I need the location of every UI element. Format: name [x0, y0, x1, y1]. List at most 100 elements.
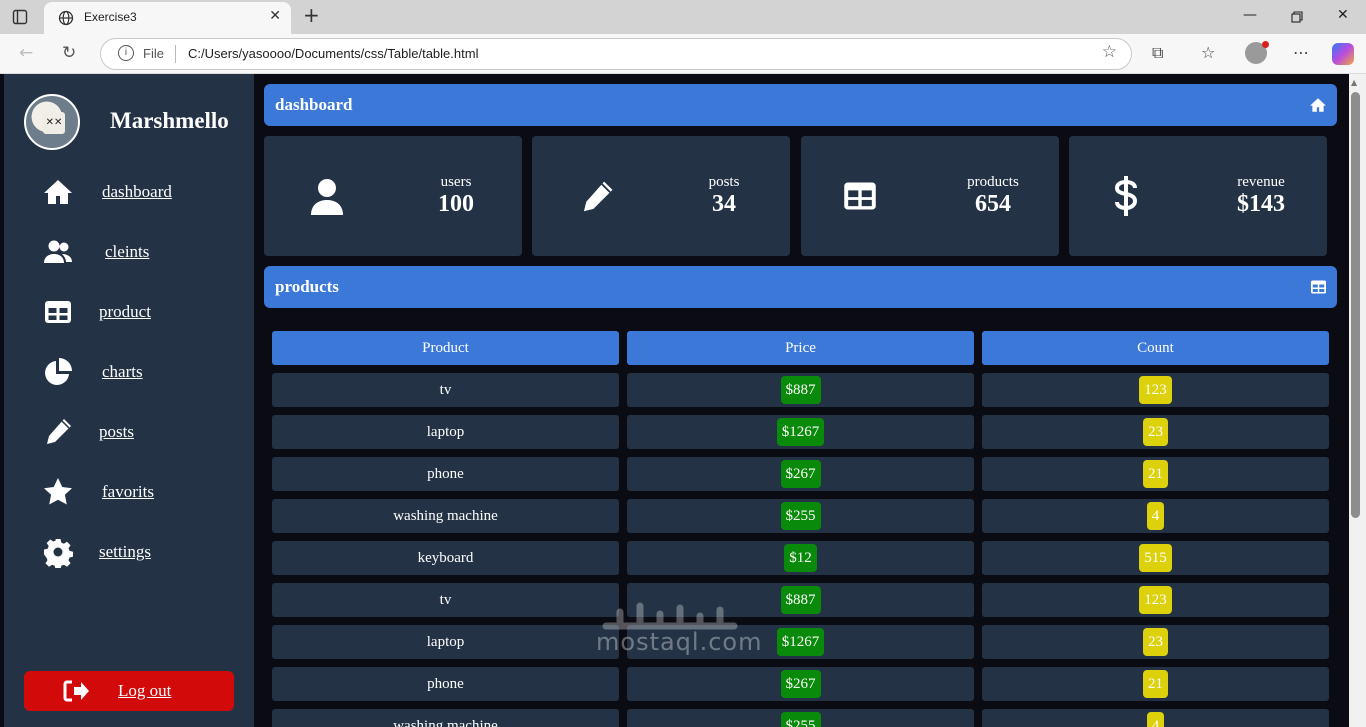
sidebar-item-label: settings — [99, 542, 151, 561]
product-name: laptop — [426, 634, 465, 650]
product-name: tv — [439, 592, 452, 608]
column-header-count[interactable]: Count — [982, 331, 1329, 365]
price-cell: $267 — [627, 667, 974, 701]
price-cell: $267 — [627, 457, 974, 491]
home-icon — [44, 180, 72, 204]
favorite-star-icon[interactable]: ☆ — [1102, 42, 1117, 62]
count-cell: 21 — [982, 457, 1329, 491]
browser-tab[interactable]: Exercise3 ✕ — [44, 2, 291, 34]
dollar-icon — [1114, 176, 1138, 216]
product-name: phone — [427, 676, 464, 692]
address-bar[interactable]: i File C:/Users/yasoooo/Documents/css/Ta… — [100, 38, 1132, 70]
gear-icon — [44, 539, 73, 568]
column-header-price[interactable]: Price — [627, 331, 974, 365]
marshmello-face-icon: ✕✕ — [43, 112, 65, 134]
count-badge: 23 — [1143, 418, 1168, 446]
product-cell: laptop — [272, 415, 619, 449]
copilot-icon[interactable] — [1332, 43, 1354, 65]
back-icon[interactable]: ← — [19, 43, 33, 63]
pencil-icon — [583, 181, 613, 212]
new-tab-button[interactable]: + — [303, 3, 320, 27]
dashboard-title: dashboard — [275, 95, 353, 114]
price-badge: $1267 — [776, 418, 825, 446]
stat-card-posts: posts 34 — [532, 136, 790, 256]
favorites-icon[interactable]: ☆ — [1201, 43, 1215, 62]
stat-value: 34 — [712, 191, 736, 217]
product-name: laptop — [426, 424, 465, 440]
sidebar-item-charts[interactable]: charts — [4, 352, 254, 392]
home-icon[interactable] — [1309, 96, 1327, 114]
product-cell: laptop — [272, 625, 619, 659]
count-badge: 23 — [1143, 628, 1168, 656]
url-text[interactable]: C:/Users/yasoooo/Documents/css/Table/tab… — [188, 46, 478, 61]
sidebar-item-product[interactable]: product — [4, 292, 254, 332]
reload-icon[interactable]: ↻ — [62, 43, 76, 63]
count-badge: 123 — [1139, 376, 1172, 404]
more-menu-icon[interactable]: ⋯ — [1293, 43, 1309, 62]
sidebar-item-label: favorits — [102, 482, 154, 501]
star-icon — [44, 478, 72, 505]
product-cell: tv — [272, 373, 619, 407]
count-badge: 123 — [1139, 586, 1172, 614]
main-content: dashboard users 100 posts 34 products 65… — [264, 74, 1349, 727]
count-cell: 21 — [982, 667, 1329, 701]
globe-icon — [58, 10, 74, 26]
product-cell: phone — [272, 457, 619, 491]
minimize-icon[interactable]: — — [1243, 7, 1257, 23]
scrollbar-thumb[interactable] — [1351, 92, 1360, 518]
price-badge: $267 — [780, 670, 821, 698]
logout-icon — [63, 680, 89, 702]
price-cell: $1267 — [627, 415, 974, 449]
sidebar-item-dashboard[interactable]: dashboard — [4, 172, 254, 212]
logout-label: Log out — [118, 681, 172, 700]
sidebar-item-posts[interactable]: posts — [4, 412, 254, 452]
table-icon — [45, 301, 71, 323]
pencil-icon — [47, 419, 71, 444]
products-title: products — [275, 277, 339, 296]
sidebar-item-label: cleints — [105, 242, 150, 261]
omnibox-divider — [175, 45, 176, 63]
count-cell: 4 — [982, 709, 1329, 727]
stat-card-users: users 100 — [264, 136, 522, 256]
column-header-product[interactable]: Product — [272, 331, 619, 365]
tab-actions-icon[interactable] — [12, 9, 28, 25]
sidebar-item-settings[interactable]: settings — [4, 532, 254, 572]
price-cell: $887 — [627, 373, 974, 407]
product-name: phone — [427, 466, 464, 482]
sidebar-item-cleints[interactable]: cleints — [4, 232, 254, 272]
users-icon — [44, 240, 72, 263]
sidebar-item-label: dashboard — [102, 182, 172, 201]
count-cell: 515 — [982, 541, 1329, 575]
sidebar: ✕✕ Marshmello dashboard cleints product … — [4, 74, 254, 727]
table-icon[interactable] — [1310, 279, 1327, 295]
count-cell: 123 — [982, 373, 1329, 407]
sidebar-item-label: charts — [102, 362, 143, 381]
scroll-up-arrow-icon[interactable]: ▲ — [1351, 78, 1357, 87]
pie-chart-icon — [45, 358, 72, 385]
products-header-bar: products — [264, 266, 1337, 308]
product-cell: phone — [272, 667, 619, 701]
price-badge: $1267 — [776, 628, 825, 656]
user-avatar: ✕✕ — [24, 94, 80, 150]
restore-icon[interactable] — [1291, 11, 1303, 23]
price-cell: $255 — [627, 499, 974, 533]
info-icon[interactable]: i — [118, 45, 134, 61]
price-badge: $267 — [780, 460, 821, 488]
close-window-icon[interactable]: ✕ — [1337, 7, 1349, 23]
tab-title: Exercise3 — [84, 10, 137, 24]
url-scheme: File — [143, 46, 164, 61]
extensions-icon[interactable]: ⧉ — [1152, 43, 1163, 63]
stat-label: revenue — [1237, 174, 1285, 190]
address-toolbar: ← ↻ i File C:/Users/yasoooo/Documents/cs… — [0, 34, 1366, 74]
price-badge: $887 — [780, 376, 821, 404]
count-cell: 23 — [982, 625, 1329, 659]
sidebar-item-favorits[interactable]: favorits — [4, 472, 254, 512]
close-tab-icon[interactable]: ✕ — [269, 8, 281, 24]
product-name: tv — [439, 382, 452, 398]
count-badge: 21 — [1143, 460, 1168, 488]
brand-name: Marshmello — [110, 108, 229, 133]
logout-button[interactable]: Log out — [24, 671, 234, 711]
stat-value: 100 — [438, 191, 474, 217]
count-cell: 123 — [982, 583, 1329, 617]
stat-label: products — [967, 174, 1019, 190]
